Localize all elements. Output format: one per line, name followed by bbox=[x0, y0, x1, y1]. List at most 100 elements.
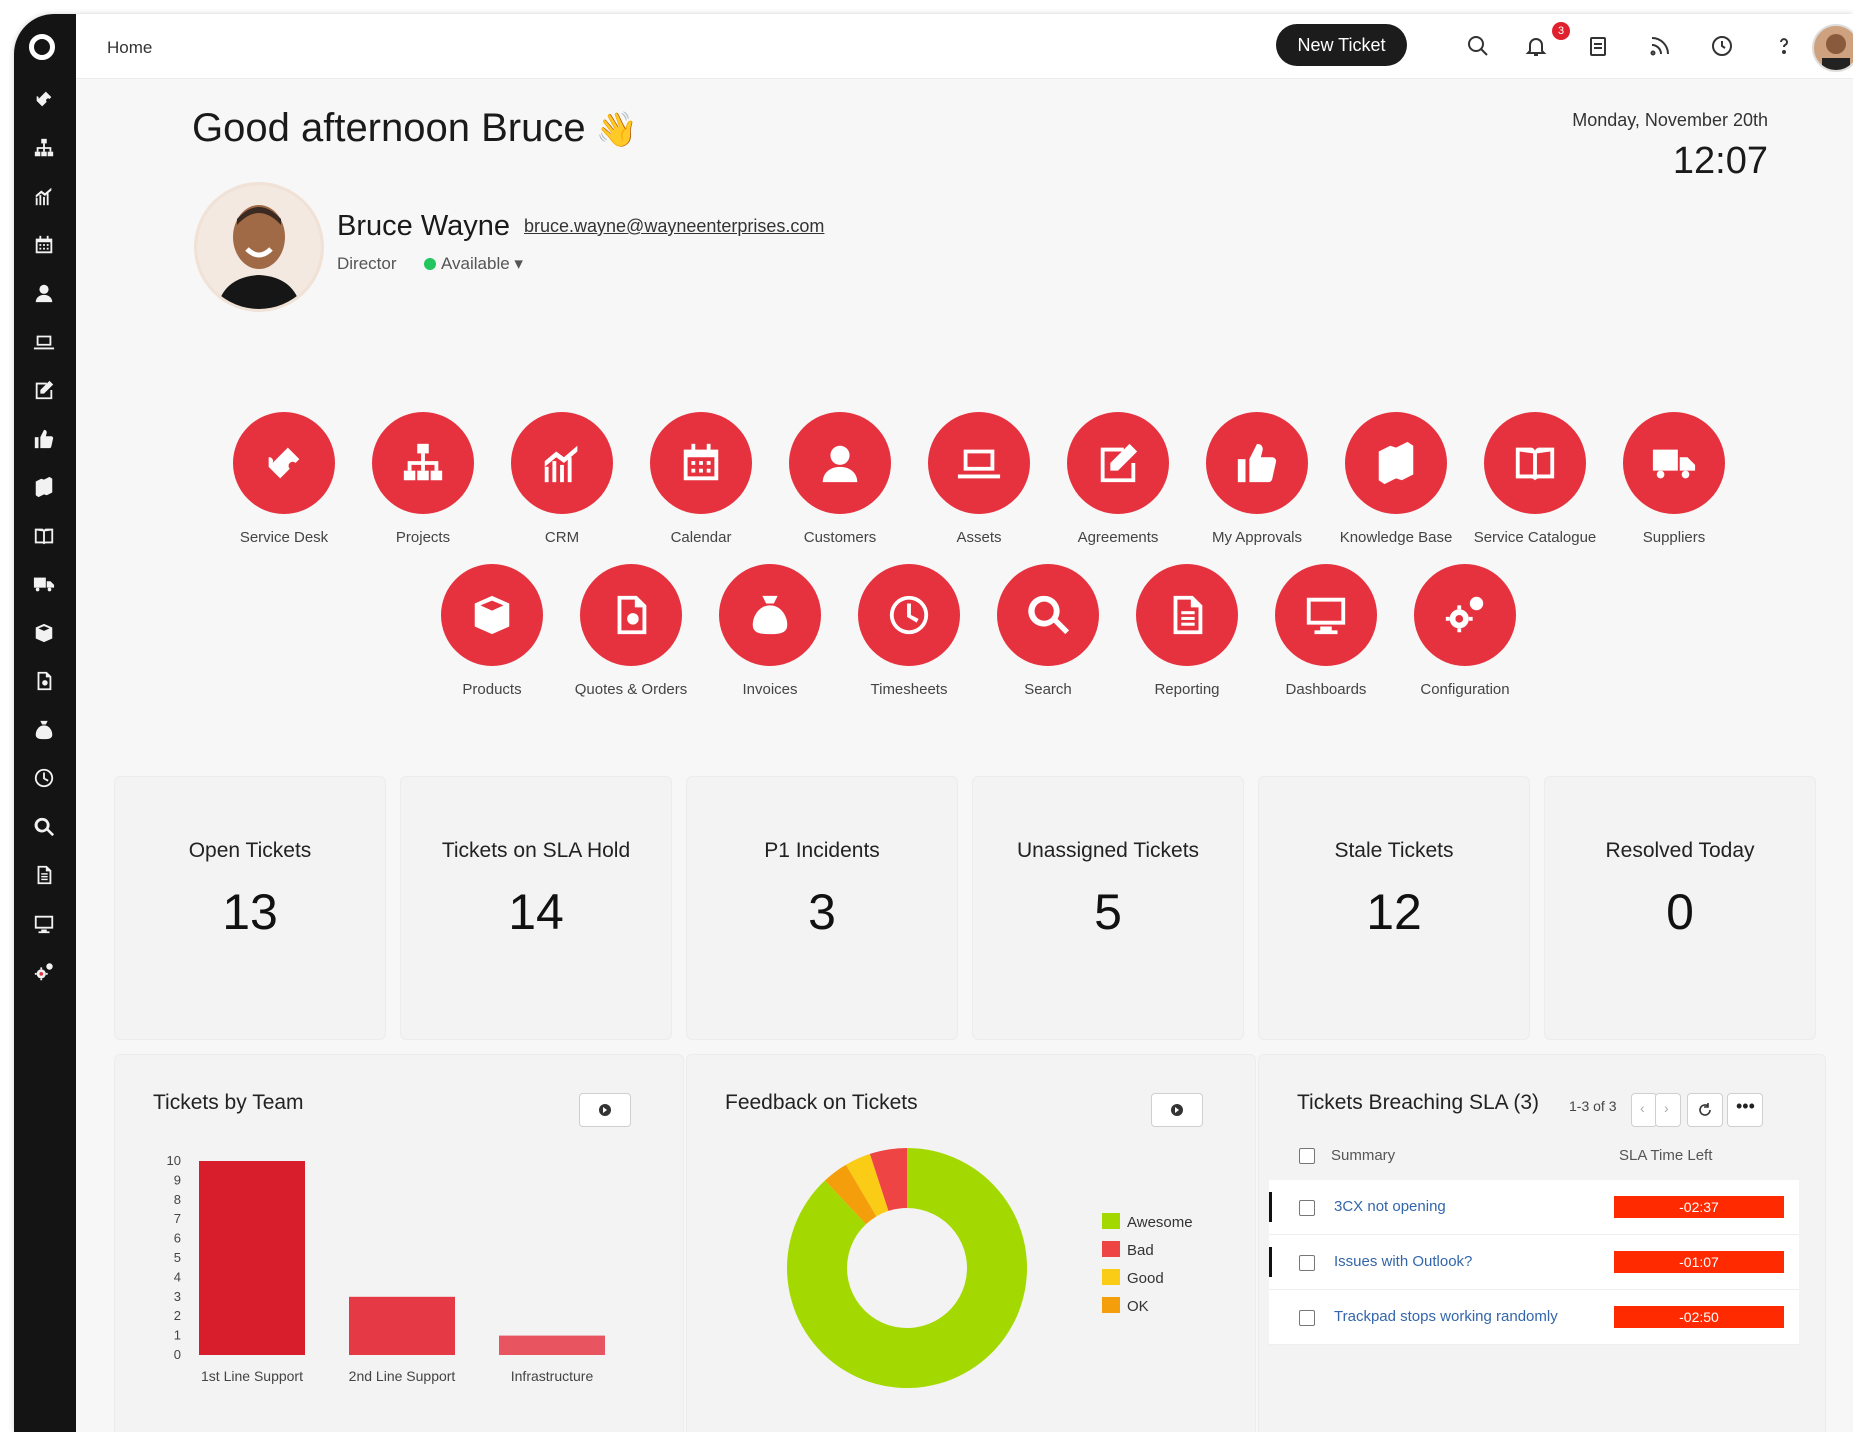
status-dropdown[interactable]: Available ▾ bbox=[424, 254, 523, 274]
row-marker bbox=[1269, 1247, 1272, 1277]
help-icon[interactable] bbox=[1772, 34, 1798, 60]
legend-label: Good bbox=[1127, 1270, 1164, 1287]
panel-title: Feedback on Tickets bbox=[725, 1091, 918, 1114]
edit-icon[interactable] bbox=[33, 379, 59, 405]
rss-icon[interactable] bbox=[1648, 34, 1674, 60]
profile-email-link[interactable]: bruce.wayne@wayneenterprises.com bbox=[524, 216, 824, 237]
panel-menu-button[interactable] bbox=[579, 1093, 631, 1127]
stat-card[interactable]: P1 Incidents 3 bbox=[686, 776, 958, 1040]
y-tick-label: 10 bbox=[167, 1153, 181, 1168]
row-checkbox[interactable] bbox=[1299, 1200, 1315, 1216]
tickets-by-team-panel: Tickets by Team 0 1 2 3 4 5 6 7 8 9 10 1st Line Sup… bbox=[114, 1054, 684, 1432]
sitemap-icon[interactable] bbox=[33, 137, 59, 163]
tile-products[interactable]: Products bbox=[422, 564, 562, 701]
document-icon[interactable] bbox=[33, 670, 59, 696]
money-bag-icon[interactable] bbox=[33, 719, 59, 745]
stat-value: 3 bbox=[808, 884, 836, 940]
sidebar bbox=[14, 14, 76, 1432]
tile-label: Projects bbox=[395, 529, 451, 546]
tile-agreements[interactable]: Agreements bbox=[1048, 412, 1188, 549]
bell-icon[interactable] bbox=[1524, 34, 1550, 60]
tile-search[interactable]: Search bbox=[978, 564, 1118, 701]
legend-swatch bbox=[1102, 1241, 1120, 1257]
stat-card[interactable]: Resolved Today 0 bbox=[1544, 776, 1816, 1040]
table-row[interactable]: Trackpad stops working randomly -02:50 bbox=[1269, 1290, 1799, 1345]
more-options-icon[interactable]: ••• bbox=[1727, 1093, 1763, 1127]
tile-assets[interactable]: Assets bbox=[909, 412, 1049, 549]
table-row[interactable]: Issues with Outlook? -01:07 bbox=[1269, 1235, 1799, 1290]
monitor-icon[interactable] bbox=[33, 913, 59, 939]
box-icon[interactable] bbox=[33, 622, 59, 648]
prev-page-button[interactable]: ‹ bbox=[1631, 1093, 1657, 1127]
search-icon[interactable] bbox=[33, 816, 59, 842]
user-icon[interactable] bbox=[33, 282, 59, 308]
tile-invoices[interactable]: Invoices bbox=[700, 564, 840, 701]
stat-card[interactable]: Unassigned Tickets 5 bbox=[972, 776, 1244, 1040]
bar bbox=[349, 1296, 455, 1355]
bar bbox=[199, 1161, 305, 1355]
clipboard-icon[interactable] bbox=[1586, 34, 1612, 60]
stat-card[interactable]: Tickets on SLA Hold 14 bbox=[400, 776, 672, 1040]
refresh-icon[interactable] bbox=[1687, 1093, 1723, 1127]
new-ticket-button[interactable]: New Ticket bbox=[1276, 24, 1407, 66]
tile-configuration[interactable]: Configuration bbox=[1395, 564, 1535, 701]
row-checkbox[interactable] bbox=[1299, 1310, 1315, 1326]
truck-icon[interactable] bbox=[33, 573, 59, 599]
tile-label: Suppliers bbox=[1642, 529, 1706, 546]
stat-card[interactable]: Open Tickets 13 bbox=[114, 776, 386, 1040]
breadcrumb[interactable]: Home bbox=[107, 38, 152, 58]
tile-service-desk[interactable]: Service Desk bbox=[214, 412, 354, 549]
ticket-summary-link[interactable]: Trackpad stops working randomly bbox=[1334, 1308, 1558, 1325]
tile-suppliers[interactable]: Suppliers bbox=[1604, 412, 1744, 549]
box-icon bbox=[441, 564, 543, 666]
user-avatar[interactable] bbox=[1812, 24, 1853, 72]
tile-timesheets[interactable]: Timesheets bbox=[839, 564, 979, 701]
tile-my-approvals[interactable]: My Approvals bbox=[1187, 412, 1327, 549]
row-checkbox[interactable] bbox=[1299, 1255, 1315, 1271]
tile-label: Timesheets bbox=[870, 681, 948, 698]
books-icon[interactable] bbox=[33, 476, 59, 502]
chart-icon[interactable] bbox=[33, 185, 59, 211]
ticket-icon[interactable] bbox=[33, 88, 59, 114]
stat-card[interactable]: Stale Tickets 12 bbox=[1258, 776, 1530, 1040]
tile-projects[interactable]: Projects bbox=[353, 412, 493, 549]
clock-icon[interactable] bbox=[33, 767, 59, 793]
donut-slice bbox=[787, 1148, 1027, 1388]
y-tick-label: 2 bbox=[174, 1308, 181, 1323]
laptop-icon bbox=[928, 412, 1030, 514]
tile-customers[interactable]: Customers bbox=[770, 412, 910, 549]
donut-chart: Awesome Bad Good OK bbox=[787, 1148, 1193, 1388]
tile-service-catalogue[interactable]: Service Catalogue bbox=[1465, 412, 1605, 549]
tile-crm[interactable]: CRM bbox=[492, 412, 632, 549]
ticket-summary-link[interactable]: 3CX not opening bbox=[1334, 1198, 1446, 1215]
books-icon bbox=[1345, 412, 1447, 514]
app-window: Home New Ticket 3 Good afternoon Bruce 👋 … bbox=[14, 14, 1853, 1432]
bar-chart: 0 1 2 3 4 5 6 7 8 9 10 1st Line Support 2nd Line Sup… bbox=[167, 1153, 605, 1384]
search-icon[interactable] bbox=[1466, 34, 1492, 60]
wave-emoji: 👋 bbox=[595, 111, 638, 149]
clock-icon bbox=[858, 564, 960, 666]
ticket-summary-link[interactable]: Issues with Outlook? bbox=[1334, 1253, 1472, 1270]
edit-icon bbox=[1067, 412, 1169, 514]
thumbs-up-icon[interactable] bbox=[33, 428, 59, 454]
book-icon[interactable] bbox=[33, 525, 59, 551]
panel-menu-button[interactable] bbox=[1151, 1093, 1203, 1127]
tile-label: Dashboards bbox=[1285, 681, 1367, 698]
stat-value: 5 bbox=[1094, 884, 1122, 940]
tile-dashboards[interactable]: Dashboards bbox=[1256, 564, 1396, 701]
table-row[interactable]: 3CX not opening -02:37 bbox=[1269, 1180, 1799, 1235]
report-icon[interactable] bbox=[33, 864, 59, 890]
stat-value: 14 bbox=[508, 884, 564, 940]
select-all-checkbox[interactable] bbox=[1299, 1148, 1315, 1164]
next-page-button[interactable]: › bbox=[1655, 1093, 1681, 1127]
tile-label: Assets bbox=[956, 529, 1002, 546]
laptop-icon[interactable] bbox=[33, 331, 59, 357]
tile-reporting[interactable]: Reporting bbox=[1117, 564, 1257, 701]
tile-calendar[interactable]: Calendar bbox=[631, 412, 771, 549]
tile-knowledge-base[interactable]: Knowledge Base bbox=[1326, 412, 1466, 549]
clock-icon[interactable] bbox=[1710, 34, 1736, 60]
gears-icon[interactable] bbox=[33, 961, 59, 987]
calendar-icon[interactable] bbox=[33, 234, 59, 260]
tile-quotes-orders[interactable]: Quotes & Orders bbox=[561, 564, 701, 701]
logo-icon[interactable] bbox=[29, 34, 55, 60]
